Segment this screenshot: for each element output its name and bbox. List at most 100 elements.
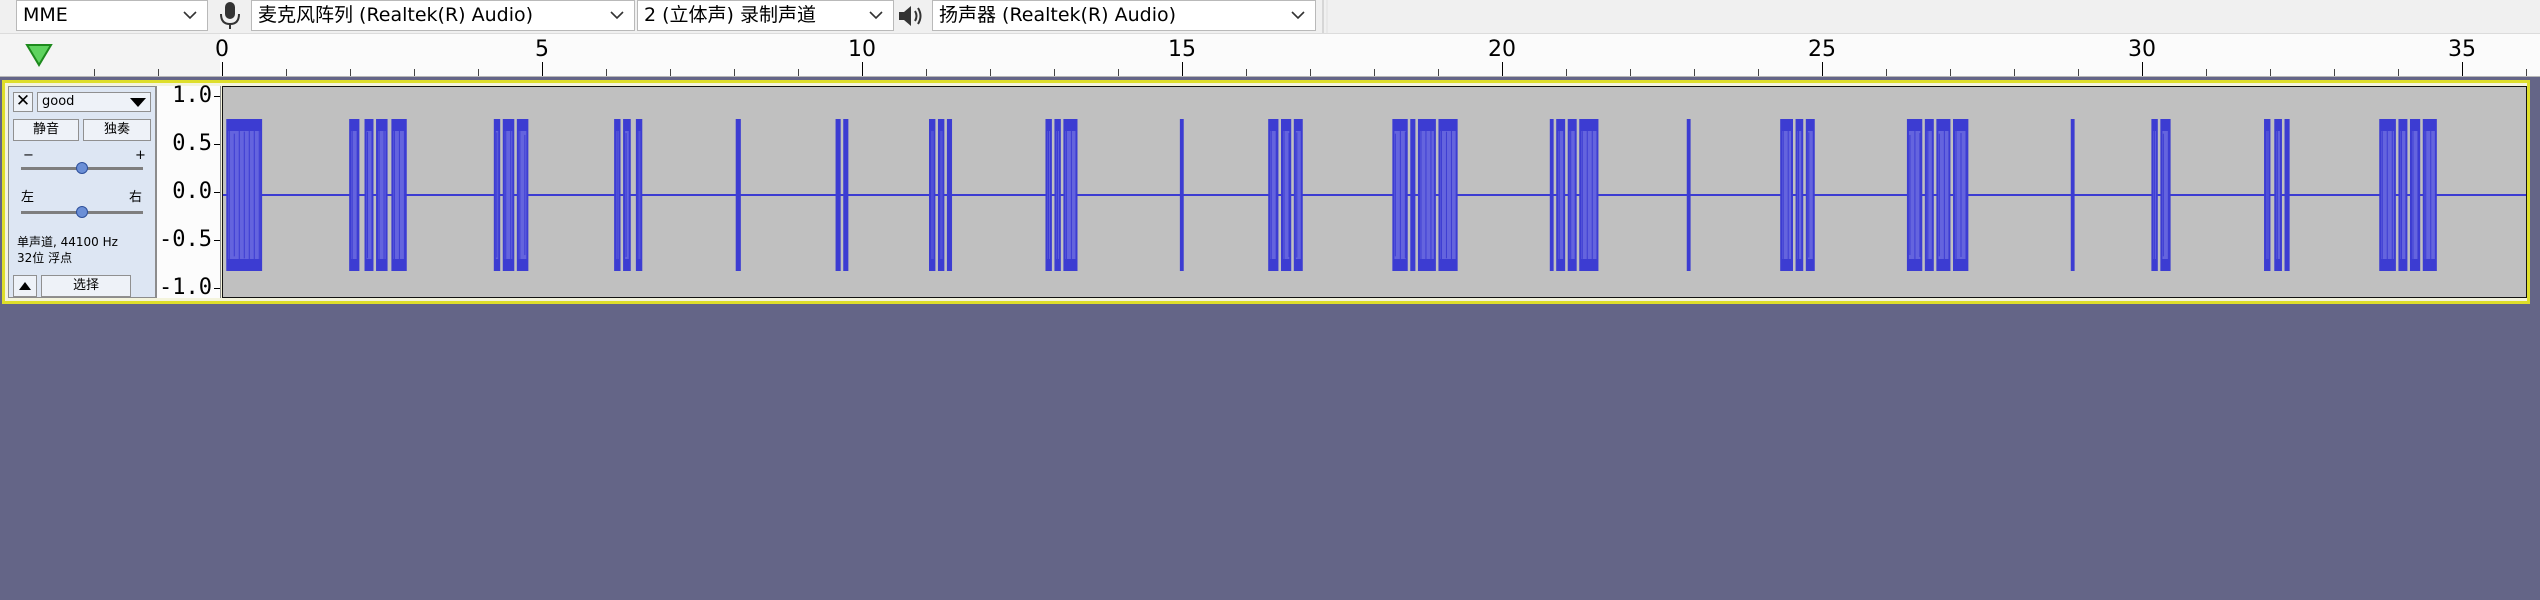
amplitude-label: 0.5 xyxy=(172,131,212,156)
audio-burst xyxy=(1410,119,1416,271)
amplitude-tick xyxy=(214,144,220,145)
ruler-minor-tick xyxy=(2270,69,2271,76)
ruler-minor-tick xyxy=(1758,69,1759,76)
audio-burst xyxy=(2160,119,2171,271)
select-track-button[interactable]: 选择 xyxy=(41,275,131,297)
ruler-minor-tick xyxy=(414,69,415,76)
audio-burst xyxy=(2151,119,2158,271)
collapse-track-button[interactable] xyxy=(13,275,37,297)
ruler-tick-label: 5 xyxy=(535,37,549,62)
audio-burst xyxy=(1805,119,1815,271)
playback-device-value: 扬声器 (Realtek(R) Audio) xyxy=(939,4,1177,26)
audio-burst xyxy=(614,119,621,271)
amplitude-tick xyxy=(214,192,220,193)
ruler-minor-tick xyxy=(2014,69,2015,76)
gain-slider[interactable] xyxy=(21,162,143,174)
gain-plus-label: + xyxy=(135,148,146,163)
amplitude-label: -1.0 xyxy=(159,275,212,300)
waveform-peak xyxy=(946,119,953,271)
audio-burst xyxy=(2070,119,2075,271)
recording-channels-select[interactable]: 2 (立体声) 录制声道 xyxy=(637,0,894,31)
audio-track[interactable]: ✕ good 静音 独奏 − + 左 右 单声道, 44100 Hz 32位 浮… xyxy=(2,80,2530,304)
audio-burst xyxy=(843,119,849,271)
device-toolbar: MME 麦克风阵列 (Realtek(R) Audio) 2 (立体声) 录制声… xyxy=(0,0,2540,34)
audio-burst xyxy=(1953,119,1969,271)
track-format-info: 单声道, 44100 Hz xyxy=(17,235,118,249)
ruler-minor-tick xyxy=(2206,69,2207,76)
track-sample-format: 32位 浮点 xyxy=(17,251,73,265)
audio-burst xyxy=(2409,119,2421,271)
timeline-ruler[interactable]: 0 5 10 15 20 25 30 35 xyxy=(0,34,2540,77)
waveform-peak xyxy=(2284,119,2290,271)
amplitude-tick xyxy=(214,288,220,289)
ruler-minor-tick xyxy=(1950,69,1951,76)
recording-device-select[interactable]: 麦克风阵列 (Realtek(R) Audio) xyxy=(251,0,635,31)
audio-burst xyxy=(226,119,263,271)
ruler-tick-label: 10 xyxy=(848,37,876,62)
amplitude-scale[interactable]: 1.0 0.5 0.0 -0.5 -1.0 xyxy=(156,83,221,300)
audio-burst xyxy=(1924,119,1934,271)
audio-burst xyxy=(735,119,741,271)
ruler-minor-tick xyxy=(926,69,927,76)
audio-burst xyxy=(1906,119,1923,271)
pan-slider[interactable] xyxy=(21,206,143,218)
microphone-icon xyxy=(215,1,245,31)
track-name-label: good xyxy=(42,94,75,109)
audio-burst xyxy=(1045,119,1052,271)
amplitude-tick xyxy=(214,96,220,97)
waveform-rms xyxy=(1938,131,1949,259)
ruler-tick-label: 35 xyxy=(2448,37,2476,62)
waveform-area[interactable] xyxy=(222,86,2527,298)
amplitude-tick xyxy=(214,240,220,241)
ruler-tick-label: 0 xyxy=(215,37,229,62)
audio-burst xyxy=(1281,119,1292,271)
audio-burst xyxy=(1293,119,1303,271)
audio-burst xyxy=(349,119,360,271)
playback-device-select[interactable]: 扬声器 (Realtek(R) Audio) xyxy=(932,0,1316,31)
amplitude-label: 0.0 xyxy=(172,179,212,204)
audio-burst xyxy=(1686,119,1691,271)
ruler-minor-tick xyxy=(350,69,351,76)
ruler-major-tick xyxy=(222,62,223,76)
toolbar-separator xyxy=(1322,0,1324,33)
waveform-peak xyxy=(735,119,741,271)
ruler-minor-tick xyxy=(1310,69,1311,76)
solo-button[interactable]: 独奏 xyxy=(83,119,151,141)
ruler-minor-tick xyxy=(1246,69,1247,76)
ruler-minor-tick xyxy=(606,69,607,76)
audio-burst xyxy=(2422,119,2437,271)
audio-burst xyxy=(493,119,501,271)
track-close-button[interactable]: ✕ xyxy=(13,92,33,112)
audio-host-select[interactable]: MME xyxy=(16,0,208,31)
waveform-rms xyxy=(1440,131,1456,259)
chevron-down-icon xyxy=(1289,1,1307,30)
audio-burst xyxy=(1567,119,1577,271)
amplitude-label: 1.0 xyxy=(172,83,212,108)
ruler-minor-tick xyxy=(2526,69,2527,76)
ruler-minor-tick xyxy=(2334,69,2335,76)
ruler-minor-tick xyxy=(1118,69,1119,76)
ruler-major-tick xyxy=(542,62,543,76)
gain-slider-thumb[interactable] xyxy=(76,162,88,174)
audio-burst xyxy=(1417,119,1436,271)
ruler-minor-tick xyxy=(286,69,287,76)
toolbar-separator xyxy=(1326,0,1328,33)
ruler-minor-tick xyxy=(1566,69,1567,76)
audio-burst xyxy=(2264,119,2271,271)
empty-track-area[interactable] xyxy=(0,306,2540,600)
ruler-major-tick xyxy=(1502,62,1503,76)
audio-burst xyxy=(937,119,945,271)
audio-burst xyxy=(1579,119,1599,271)
track-name-menu-button[interactable]: good xyxy=(37,92,151,112)
waveform-rms xyxy=(1581,131,1597,259)
ruler-minor-tick xyxy=(798,69,799,76)
audio-burst xyxy=(1549,119,1554,271)
mute-button[interactable]: 静音 xyxy=(13,119,79,141)
ruler-tick-label: 20 xyxy=(1488,37,1516,62)
audio-burst xyxy=(391,119,407,271)
pan-slider-thumb[interactable] xyxy=(76,206,88,218)
ruler-minor-tick xyxy=(2078,69,2079,76)
audio-burst xyxy=(635,119,643,271)
ruler-major-tick xyxy=(2462,62,2463,76)
audio-burst xyxy=(1268,119,1279,271)
